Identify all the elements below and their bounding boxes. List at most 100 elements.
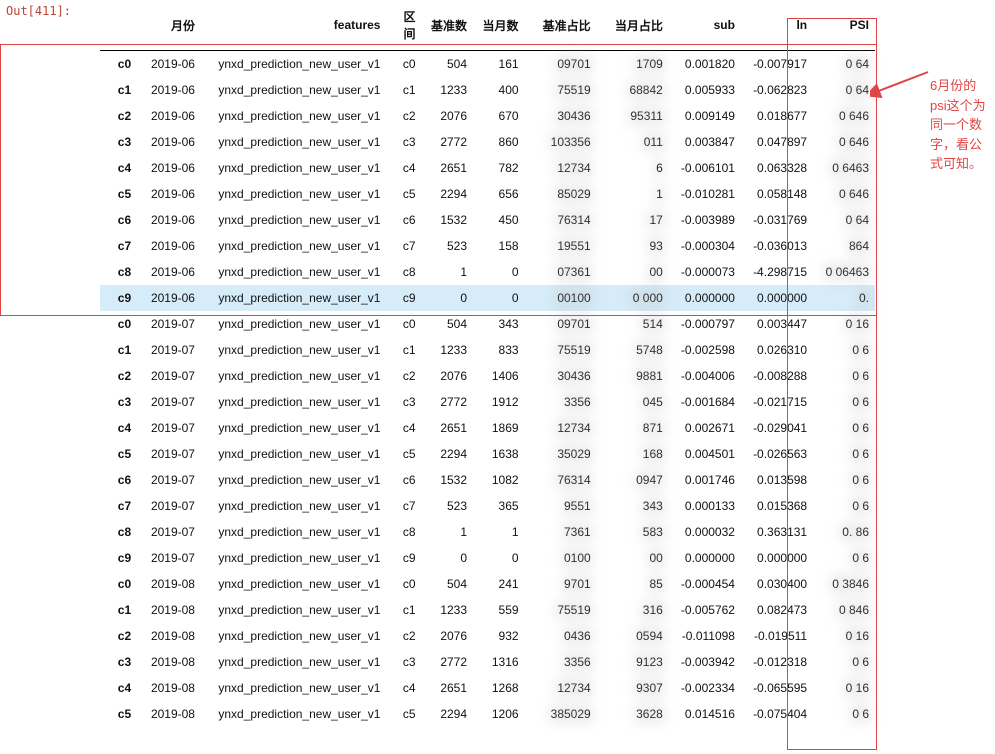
cell-sub: -0.003942 [669,649,741,675]
cell-sub: -0.006101 [669,155,741,181]
cell-base-pct: 385029 [525,701,597,727]
cell-cur-cnt: 0 [473,285,525,311]
table-body: c02019-06ynxd_prediction_new_user_v1c050… [100,51,875,728]
row-index: c1 [100,597,139,623]
table-row: c52019-07ynxd_prediction_new_user_v1c522… [100,441,875,467]
cell-interval: c0 [386,51,421,78]
cell-features: ynxd_prediction_new_user_v1 [201,233,387,259]
cell-base-cnt: 2076 [422,623,474,649]
cell-cur-pct: 343 [597,493,669,519]
row-index: c3 [100,129,139,155]
cell-base-cnt: 2772 [422,389,474,415]
cell-month: 2019-07 [139,493,201,519]
row-index: c9 [100,545,139,571]
cell-psi: 0 6 [813,701,875,727]
cell-base-pct: 9701 [525,571,597,597]
cell-cur-cnt: 782 [473,155,525,181]
cell-cur-cnt: 161 [473,51,525,78]
table-row: c12019-07ynxd_prediction_new_user_v1c112… [100,337,875,363]
cell-cur-cnt: 860 [473,129,525,155]
cell-psi: 0 16 [813,623,875,649]
cell-cur-pct: 0 000 [597,285,669,311]
cell-month: 2019-06 [139,77,201,103]
cell-interval: c6 [386,207,421,233]
cell-psi: 0 6 [813,415,875,441]
table-row: c72019-07ynxd_prediction_new_user_v1c752… [100,493,875,519]
cell-psi: 0 6 [813,441,875,467]
cell-psi: 0 64 [813,207,875,233]
cell-cur-cnt: 1268 [473,675,525,701]
cell-base-cnt: 1 [422,519,474,545]
cell-cur-pct: 00 [597,259,669,285]
table-row: c02019-06ynxd_prediction_new_user_v1c050… [100,51,875,78]
cell-ln: 0.363131 [741,519,813,545]
cell-base-pct: 75519 [525,597,597,623]
table-row: c32019-06ynxd_prediction_new_user_v1c327… [100,129,875,155]
row-index: c0 [100,311,139,337]
cell-base-pct: 19551 [525,233,597,259]
cell-psi: 0 6 [813,467,875,493]
cell-cur-cnt: 450 [473,207,525,233]
annotation-note-text: 6月份的psi这个为同一个数字，看公式可知。 [930,76,990,174]
cell-cur-pct: 514 [597,311,669,337]
cell-cur-cnt: 1869 [473,415,525,441]
cell-month: 2019-07 [139,337,201,363]
cell-interval: c4 [386,675,421,701]
cell-ln: 0.082473 [741,597,813,623]
cell-cur-cnt: 0 [473,545,525,571]
table-row: c52019-08ynxd_prediction_new_user_v1c522… [100,701,875,727]
row-index: c3 [100,389,139,415]
cell-cur-pct: 9307 [597,675,669,701]
cell-psi: 0 646 [813,103,875,129]
cell-ln: 0.013598 [741,467,813,493]
cell-base-cnt: 1233 [422,337,474,363]
cell-sub: 0.000000 [669,285,741,311]
cell-sub: 0.001820 [669,51,741,78]
cell-features: ynxd_prediction_new_user_v1 [201,129,387,155]
cell-features: ynxd_prediction_new_user_v1 [201,285,387,311]
row-index: c6 [100,207,139,233]
cell-sub: -0.000454 [669,571,741,597]
cell-cur-cnt: 932 [473,623,525,649]
output-prompt-label: Out[411]: [6,4,71,18]
dataframe-table: 月份 features 区间 基准数 当月数 基准占比 当月占比 sub ln … [100,0,875,727]
cell-sub: -0.002334 [669,675,741,701]
row-index: c2 [100,103,139,129]
col-base-cnt: 基准数 [422,0,474,51]
cell-features: ynxd_prediction_new_user_v1 [201,701,387,727]
cell-base-pct: 09701 [525,311,597,337]
cell-ln: 0.058148 [741,181,813,207]
cell-base-pct: 0100 [525,545,597,571]
cell-base-cnt: 2076 [422,363,474,389]
row-index: c5 [100,441,139,467]
cell-base-pct: 76314 [525,467,597,493]
table-row: c32019-08ynxd_prediction_new_user_v1c327… [100,649,875,675]
cell-base-cnt: 1532 [422,207,474,233]
cell-base-cnt: 2772 [422,649,474,675]
col-sub: sub [669,0,741,51]
table-row: c12019-06ynxd_prediction_new_user_v1c112… [100,77,875,103]
cell-sub: 0.000000 [669,545,741,571]
cell-interval: c6 [386,467,421,493]
cell-cur-pct: 045 [597,389,669,415]
cell-month: 2019-07 [139,519,201,545]
cell-base-pct: 3356 [525,649,597,675]
cell-interval: c5 [386,701,421,727]
cell-base-cnt: 504 [422,571,474,597]
cell-month: 2019-08 [139,649,201,675]
cell-base-cnt: 0 [422,545,474,571]
cell-interval: c8 [386,519,421,545]
cell-sub: 0.003847 [669,129,741,155]
table-row: c02019-07ynxd_prediction_new_user_v1c050… [100,311,875,337]
cell-psi: 0 6463 [813,155,875,181]
row-index: c6 [100,467,139,493]
cell-base-pct: 00100 [525,285,597,311]
row-index: c7 [100,493,139,519]
cell-features: ynxd_prediction_new_user_v1 [201,571,387,597]
cell-psi: 0 6 [813,545,875,571]
cell-interval: c1 [386,77,421,103]
cell-ln: -0.062823 [741,77,813,103]
cell-psi: 0 6 [813,493,875,519]
cell-ln: 0.003447 [741,311,813,337]
cell-cur-pct: 0594 [597,623,669,649]
